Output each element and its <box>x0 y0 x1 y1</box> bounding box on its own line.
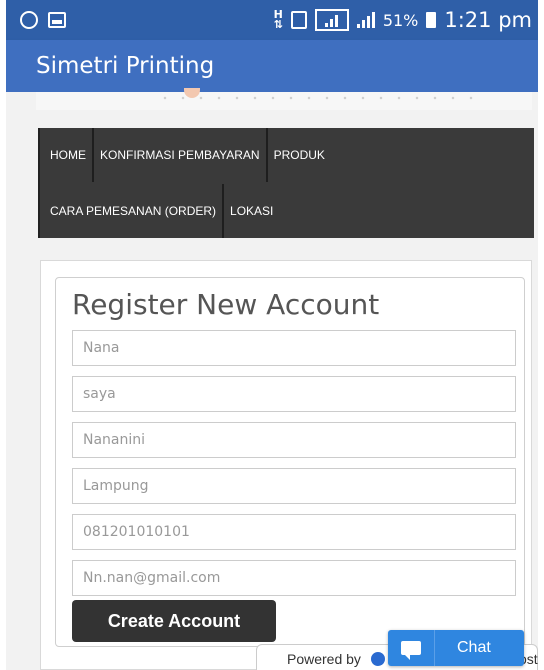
main-navigation: HOME KONFIRMASI PEMBAYARAN PRODUK CARA P… <box>38 128 534 238</box>
city-field[interactable]: Lampung <box>72 468 516 504</box>
register-card: Register New Account Nana saya Nananini … <box>40 260 532 670</box>
status-bar-left <box>6 11 66 29</box>
battery-icon <box>426 12 437 28</box>
app-title: Simetri Printing <box>36 53 215 79</box>
chat-bubble-icon <box>401 641 421 660</box>
nav-item-cara-pemesanan[interactable]: CARA PEMESANAN (ORDER) <box>40 184 225 238</box>
image-icon <box>48 12 66 28</box>
web-content: HOME KONFIRMASI PEMBAYARAN PRODUK CARA P… <box>6 88 538 670</box>
clock: 1:21 pm <box>444 8 532 32</box>
powered-by-label: Powered by <box>287 651 361 667</box>
phone-screen: H ⇅ 51% 1:21 pm Simetri Printing HOME KON… <box>6 0 538 670</box>
first-name-field[interactable]: Nana <box>72 330 516 366</box>
signal-icon <box>314 9 349 31</box>
last-name-field[interactable]: saya <box>72 376 516 412</box>
phone-field[interactable]: 081201010101 <box>72 514 516 550</box>
h-network-icon: H ⇅ <box>273 8 283 31</box>
nav-row: HOME KONFIRMASI PEMBAYARAN PRODUK <box>40 128 331 182</box>
username-field[interactable]: Nananini <box>72 422 516 458</box>
chat-icon-box <box>388 630 435 666</box>
battery-percent: 51% <box>382 10 419 30</box>
chat-label: Chat <box>457 639 491 656</box>
header-strip <box>36 88 532 110</box>
status-bar: H ⇅ 51% 1:21 pm <box>6 0 538 40</box>
app-bar: Simetri Printing <box>6 40 538 92</box>
nav-item-produk[interactable]: PRODUK <box>268 128 331 182</box>
status-bar-right: H ⇅ 51% 1:21 pm <box>274 8 538 32</box>
signal-icon-2 <box>356 12 375 28</box>
provider-logo-icon <box>371 652 385 666</box>
email-field[interactable]: Nn.nan@gmail.com <box>72 560 516 596</box>
nav-row: CARA PEMESANAN (ORDER) LOKASI <box>40 184 279 238</box>
form-title: Register New Account <box>72 288 380 321</box>
whatsapp-icon <box>20 11 38 29</box>
chat-button[interactable]: Chat <box>388 630 524 666</box>
decorative-dots <box>156 96 476 100</box>
nav-item-konfirmasi-pembayaran[interactable]: KONFIRMASI PEMBAYARAN <box>94 128 268 182</box>
create-account-button[interactable]: Create Account <box>72 600 276 642</box>
sim-icon <box>290 11 307 29</box>
nav-item-lokasi[interactable]: LOKASI <box>224 184 279 238</box>
nav-item-home[interactable]: HOME <box>40 128 94 182</box>
register-form: Register New Account Nana saya Nananini … <box>55 277 525 647</box>
